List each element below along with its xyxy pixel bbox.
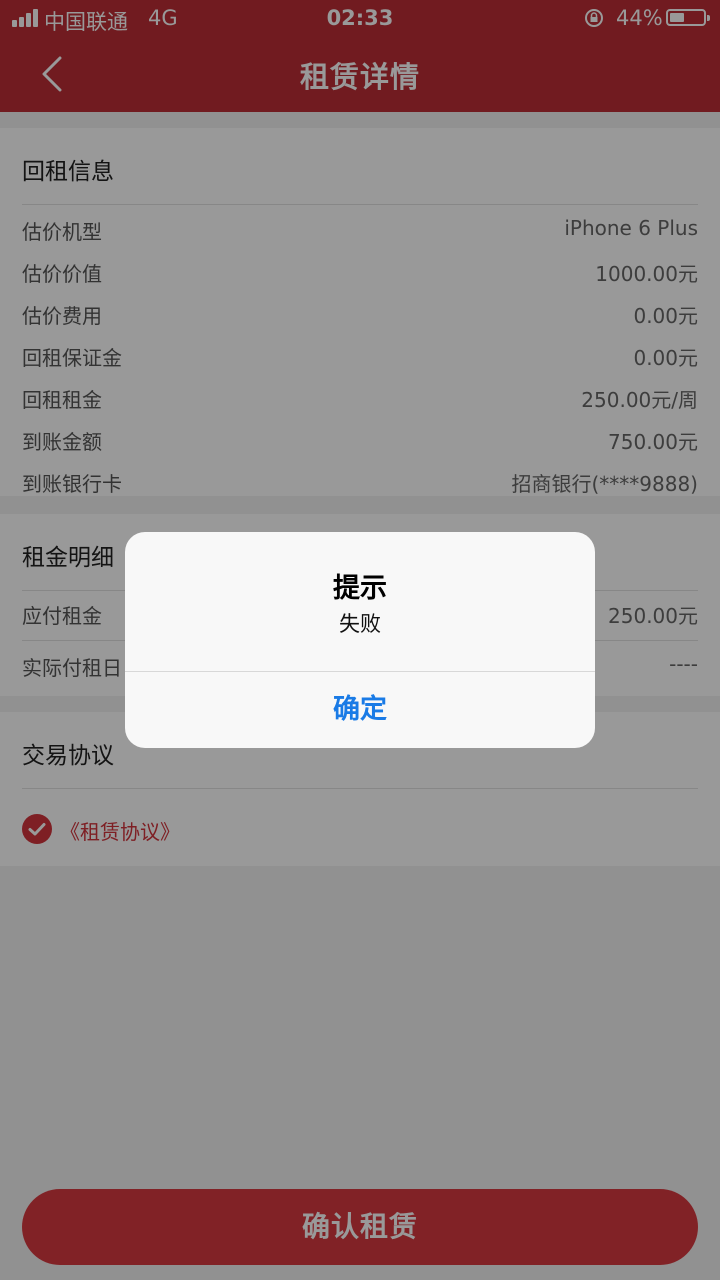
dialog-message: 失败 (339, 612, 381, 636)
alert-dialog: 提示 失败 确定 (125, 532, 595, 748)
dialog-ok-button[interactable]: 确定 (125, 672, 595, 748)
dialog-title: 提示 (333, 573, 387, 604)
